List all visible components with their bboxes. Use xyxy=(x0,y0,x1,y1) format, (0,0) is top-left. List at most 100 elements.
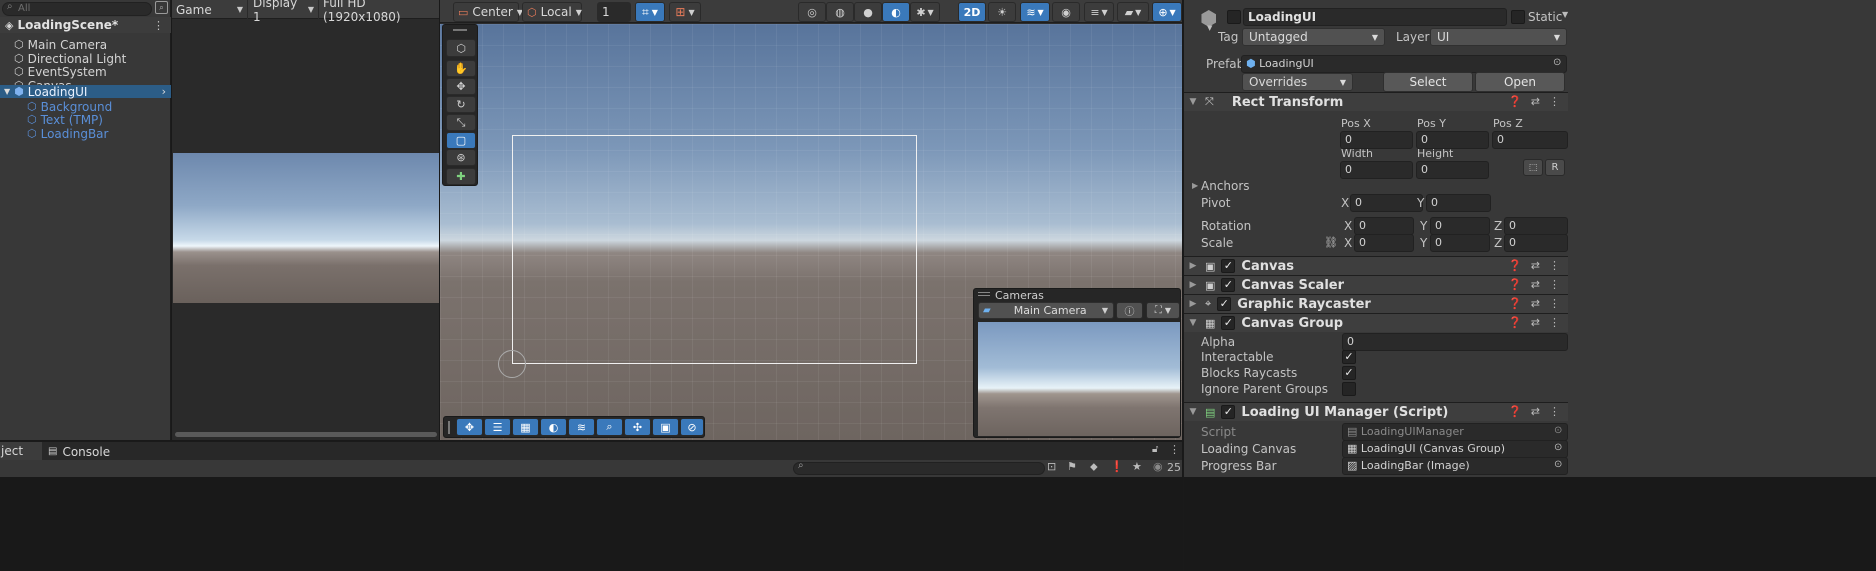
tag-dropdown[interactable]: Untagged ▼ xyxy=(1242,28,1385,46)
grid-snap-button[interactable]: ⌗ ▼ xyxy=(635,2,665,22)
scale-x-field[interactable]: 0 xyxy=(1354,234,1414,252)
project-search-input[interactable]: ⌕ xyxy=(793,460,1045,475)
scene-visibility-button[interactable]: ◉ xyxy=(1052,2,1080,22)
canvas-group-component-header[interactable]: ▼ ▦ ✓ Canvas Group ❓ ⇄ ⋮ xyxy=(1184,313,1568,332)
game-view-scrollbar[interactable] xyxy=(175,432,437,437)
camera-settings-button[interactable]: ▰ ▼ xyxy=(1117,2,1149,22)
rotation-y-field[interactable]: 0 xyxy=(1430,217,1490,235)
custom-tool-button[interactable]: ✚ xyxy=(446,168,476,185)
component-menu-icon[interactable]: ⋮ xyxy=(1549,278,1560,291)
display-dropdown[interactable]: Display 1 ▼ xyxy=(249,0,319,24)
progress-bar-field[interactable]: ▨ LoadingBar (Image) xyxy=(1342,457,1568,475)
label-filter-icon[interactable]: ⬥ xyxy=(1090,460,1098,474)
lighting-toggle-button[interactable]: ☀ xyxy=(988,2,1016,22)
anchors-expand-arrow[interactable]: ▶ xyxy=(1192,181,1198,190)
raw-edit-button[interactable]: R xyxy=(1545,159,1565,176)
lock-icon[interactable]: 🔓︎ xyxy=(1152,444,1158,455)
component-menu-icon[interactable]: ⋮ xyxy=(1549,405,1560,418)
alpha-field[interactable]: 0 xyxy=(1342,333,1568,351)
shaded-button[interactable]: ● xyxy=(854,2,882,22)
object-picker-icon[interactable]: ⊙ xyxy=(1554,425,1562,436)
graphic-raycaster-component-header[interactable]: ▶ ⌖ ✓ Graphic Raycaster ❓ ⇄ ⋮ xyxy=(1184,294,1568,313)
presets-icon[interactable]: ⇄ xyxy=(1531,297,1540,310)
navigate-button[interactable]: ✣ xyxy=(624,418,651,436)
space-mode-dropdown[interactable]: ⬡ Local ▼ xyxy=(522,2,582,22)
grid-size-field[interactable]: 1 xyxy=(597,2,631,22)
blueprint-mode-button[interactable]: ⬚ xyxy=(1523,159,1543,176)
rect-transform-header[interactable]: ▼ ⤧ Rect Transform ❓ ⇄ ⋮ xyxy=(1184,92,1568,111)
hierarchy-item[interactable]: ⬡ Text (TMP) xyxy=(27,112,103,127)
camera-select-dropdown[interactable]: ▰ Main Camera ▼ xyxy=(978,302,1114,319)
rotation-x-field[interactable]: 0 xyxy=(1354,217,1414,235)
canvas-scaler-component-header[interactable]: ▶ ▣ ✓ Canvas Scaler ❓ ⇄ ⋮ xyxy=(1184,275,1568,294)
component-enabled-checkbox[interactable]: ✓ xyxy=(1217,297,1232,311)
project-tab[interactable]: ject xyxy=(0,442,42,461)
component-enabled-checkbox[interactable]: ✓ xyxy=(1221,405,1236,419)
layers-tool-button[interactable]: ≋ xyxy=(568,418,595,436)
collapse-arrow-icon[interactable]: ▼ xyxy=(1186,97,1200,107)
blocks-raycasts-checkbox[interactable]: ✓ xyxy=(1342,366,1356,380)
expand-arrow-icon[interactable]: ▼ xyxy=(4,87,10,96)
hierarchy-item[interactable]: ⬡ EventSystem xyxy=(14,64,107,79)
presets-icon[interactable]: ⇄ xyxy=(1531,278,1540,291)
transform-tool-button[interactable]: ⊛ xyxy=(446,149,476,166)
canvas-component-header[interactable]: ▶ ▣ ✓ Canvas ❓ ⇄ ⋮ xyxy=(1184,256,1568,275)
warning-filter-icon[interactable]: ❗ xyxy=(1110,460,1124,473)
search-by-type-icon[interactable]: ⊡ xyxy=(1047,460,1056,473)
chevron-right-icon[interactable]: › xyxy=(162,85,166,98)
help-icon[interactable]: ❓ xyxy=(1508,297,1522,310)
move-handle-button[interactable]: ✥ xyxy=(456,418,483,436)
camera-tool-button[interactable]: ▣ xyxy=(652,418,679,436)
search-by-label-icon[interactable]: ⚑ xyxy=(1067,460,1077,473)
rect-pivot-handle[interactable] xyxy=(498,350,526,378)
camera-maximize-button[interactable]: ⛶ ▼ xyxy=(1146,302,1180,319)
active-checkbox[interactable] xyxy=(1227,10,1241,24)
component-menu-icon[interactable]: ⋮ xyxy=(1549,297,1560,310)
posz-field[interactable]: 0 xyxy=(1492,131,1568,149)
component-enabled-checkbox[interactable]: ✓ xyxy=(1221,259,1236,273)
help-icon[interactable]: ❓ xyxy=(1508,95,1522,108)
ignore-parent-groups-checkbox[interactable] xyxy=(1342,382,1356,396)
script-component-header[interactable]: ▼ ▤ ✓ Loading UI Manager (Script) ❓ ⇄ ⋮ xyxy=(1184,402,1568,421)
debug-draw-button[interactable]: ✱ ▼ xyxy=(910,2,940,22)
overlay-grip[interactable] xyxy=(448,421,450,434)
canvas-rect-outline[interactable] xyxy=(512,135,917,364)
help-icon[interactable]: ❓ xyxy=(1508,278,1522,291)
tab-menu-icon[interactable]: ⋮ xyxy=(1169,443,1180,456)
2d-mode-button[interactable]: 2D xyxy=(958,2,986,22)
interactable-checkbox[interactable]: ✓ xyxy=(1342,350,1356,364)
expand-arrow-icon[interactable]: ▶ xyxy=(1186,280,1200,290)
object-picker-icon[interactable]: ⊙ xyxy=(1554,442,1562,453)
help-icon[interactable]: ❓ xyxy=(1508,259,1522,272)
width-field[interactable]: 0 xyxy=(1340,161,1413,179)
hierarchy-item-selected[interactable]: ▼ ⬢ LoadingUI › xyxy=(0,85,171,99)
component-enabled-checkbox[interactable]: ✓ xyxy=(1221,278,1236,292)
static-dropdown-arrow[interactable]: ▼ xyxy=(1562,10,1568,19)
favorite-icon[interactable]: ★ xyxy=(1132,460,1142,473)
object-picker-icon[interactable]: ⊙ xyxy=(1553,57,1561,68)
expand-arrow-icon[interactable]: ▶ xyxy=(1186,299,1200,309)
prefab-field[interactable]: ⬢ LoadingUI xyxy=(1241,55,1567,73)
static-checkbox[interactable] xyxy=(1511,10,1525,24)
light-probe-button[interactable]: ◐ xyxy=(540,418,567,436)
pivot-x-field[interactable]: 0 xyxy=(1350,194,1423,212)
overlay-grip[interactable] xyxy=(978,292,990,296)
scale-z-field[interactable]: 0 xyxy=(1504,234,1568,252)
layer-dropdown[interactable]: UI ▼ xyxy=(1430,28,1567,46)
lit-button[interactable]: ◐ xyxy=(882,2,910,22)
presets-icon[interactable]: ⇄ xyxy=(1531,405,1540,418)
scene-menu-icon[interactable]: ⋮ xyxy=(153,19,164,32)
loading-canvas-field[interactable]: ▦ LoadingUI (Canvas Group) xyxy=(1342,440,1568,458)
align-button[interactable]: ☰ xyxy=(484,418,511,436)
scene-row[interactable]: ◈ LoadingScene* ⋮ xyxy=(0,17,171,33)
view-tool-button[interactable]: ⬡ xyxy=(446,39,476,57)
prefab-open-button[interactable]: Open xyxy=(1475,72,1565,92)
shaded-wireframe-button[interactable]: ◍ xyxy=(826,2,854,22)
gizmos-button[interactable]: ⊕ ▼ xyxy=(1152,2,1182,22)
overlay-grip[interactable] xyxy=(453,29,467,31)
move-tool-button[interactable]: ✥ xyxy=(446,78,476,95)
presets-icon[interactable]: ⇄ xyxy=(1531,316,1540,329)
help-icon[interactable]: ❓ xyxy=(1508,405,1522,418)
effects-button[interactable]: ≋ ▼ xyxy=(1020,2,1050,22)
presets-icon[interactable]: ⇄ xyxy=(1531,95,1540,108)
